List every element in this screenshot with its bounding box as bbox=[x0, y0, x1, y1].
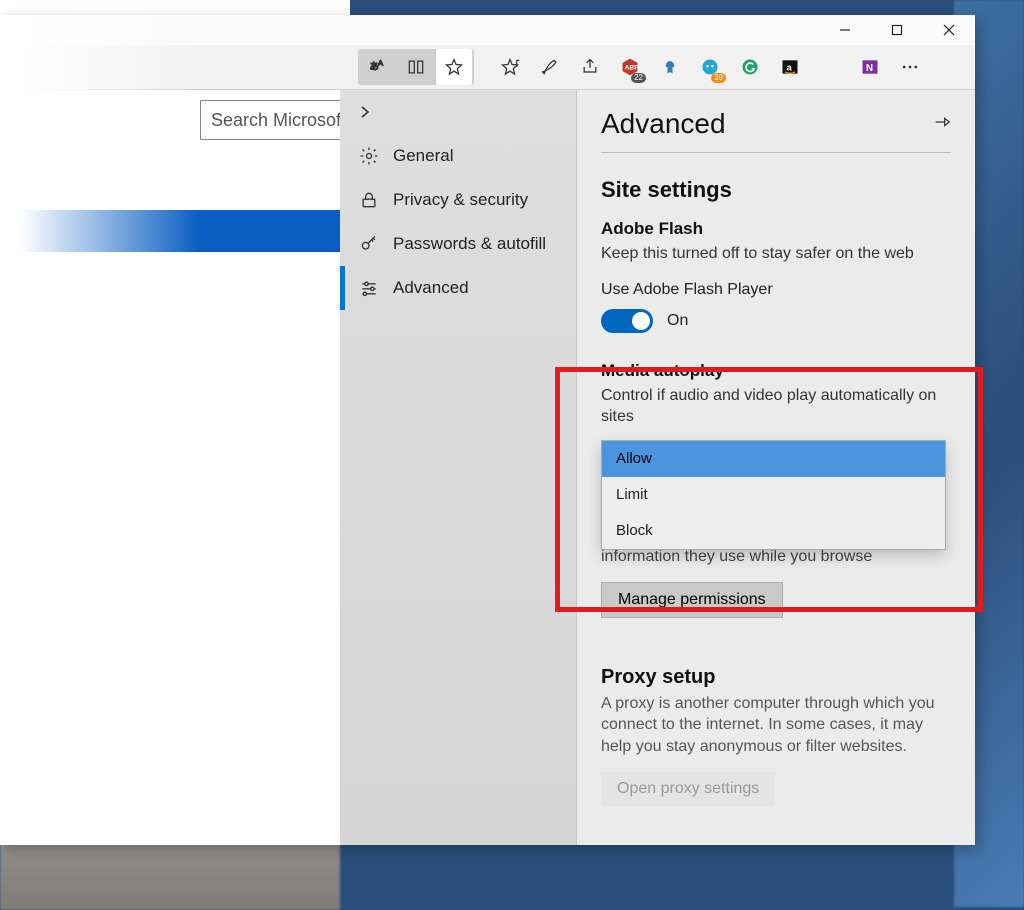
dropdown-option-block[interactable]: Block bbox=[602, 513, 945, 549]
search-placeholder: Search Microsoft bbox=[211, 110, 345, 131]
open-proxy-settings-button[interactable]: Open proxy settings bbox=[601, 772, 775, 806]
partial-line: information they use while you browse bbox=[601, 548, 951, 566]
gear-icon bbox=[359, 146, 379, 166]
ext-grammarly-icon[interactable] bbox=[732, 49, 768, 85]
favorites-list-icon[interactable] bbox=[492, 49, 528, 85]
search-input[interactable]: Search Microsoft bbox=[200, 100, 345, 140]
reading-view-icon[interactable] bbox=[398, 49, 434, 85]
ext-amazon-icon[interactable]: a bbox=[772, 49, 808, 85]
nav-item-general[interactable]: General bbox=[340, 134, 576, 178]
proxy-desc: A proxy is another computer through whic… bbox=[601, 693, 951, 758]
back-button[interactable] bbox=[340, 90, 576, 134]
sliders-icon bbox=[359, 278, 379, 298]
dropdown-option-allow[interactable]: Allow bbox=[602, 441, 945, 477]
ext-rewards-icon[interactable] bbox=[652, 49, 688, 85]
key-icon bbox=[359, 234, 379, 254]
minimize-button[interactable] bbox=[819, 15, 871, 45]
nav-item-label: Passwords & autofill bbox=[393, 234, 546, 254]
maximize-button[interactable] bbox=[871, 15, 923, 45]
svg-text:N: N bbox=[866, 63, 873, 74]
nav-item-privacy[interactable]: Privacy & security bbox=[340, 178, 576, 222]
lock-icon bbox=[359, 190, 379, 210]
manage-permissions-button[interactable]: Manage permissions bbox=[601, 582, 783, 618]
flash-desc: Keep this turned off to stay safer on th… bbox=[601, 243, 951, 265]
nav-item-passwords[interactable]: Passwords & autofill bbox=[340, 222, 576, 266]
pin-icon[interactable] bbox=[933, 113, 951, 136]
nav-item-label: Advanced bbox=[393, 278, 469, 298]
dropdown-options: Allow Limit Block bbox=[601, 440, 946, 550]
settings-detail-panel: Advanced Site settings Adobe Flash Keep … bbox=[577, 90, 975, 845]
adblock-icon[interactable]: ABP 22 bbox=[612, 49, 648, 85]
share-icon[interactable] bbox=[572, 49, 608, 85]
flash-toggle[interactable]: On bbox=[601, 309, 951, 333]
svg-text:A: A bbox=[378, 58, 383, 67]
dropdown-option-limit[interactable]: Limit bbox=[602, 477, 945, 513]
more-icon[interactable] bbox=[892, 49, 928, 85]
ext-crescent-icon[interactable] bbox=[812, 49, 848, 85]
toggle-track bbox=[601, 309, 653, 333]
close-button[interactable] bbox=[923, 15, 975, 45]
favorite-star-icon[interactable] bbox=[436, 49, 472, 85]
window-titlebar bbox=[0, 15, 975, 45]
translate-icon[interactable]: あA bbox=[360, 49, 396, 85]
adblock-badge: 22 bbox=[631, 73, 646, 83]
proxy-title: Proxy setup bbox=[601, 666, 951, 689]
site-settings-heading: Site settings bbox=[601, 177, 951, 203]
nav-item-label: Privacy & security bbox=[393, 190, 528, 210]
page-banner bbox=[0, 210, 340, 252]
svg-text:a: a bbox=[787, 62, 793, 72]
browser-window: あA ABP 22 39 a N Search Micr bbox=[0, 15, 975, 845]
ext-ghost-icon[interactable]: 39 bbox=[692, 49, 728, 85]
toolbar-right-cluster: ABP 22 39 a N bbox=[492, 49, 928, 85]
ext-onenote-icon[interactable]: N bbox=[852, 49, 888, 85]
autoplay-title: Media autoplay bbox=[601, 361, 951, 381]
browser-toolbar: あA ABP 22 39 a N bbox=[0, 45, 975, 90]
autoplay-desc: Control if audio and video play automati… bbox=[601, 385, 951, 428]
toolbar-left-cluster: あA bbox=[358, 49, 474, 85]
nav-item-label: General bbox=[393, 146, 453, 166]
detail-title: Advanced bbox=[601, 108, 726, 140]
flash-toggle-label: Use Adobe Flash Player bbox=[601, 281, 951, 299]
flash-title: Adobe Flash bbox=[601, 219, 951, 239]
nav-item-advanced[interactable]: Advanced bbox=[340, 266, 576, 310]
settings-nav-panel: General Privacy & security Passwords & a… bbox=[340, 90, 577, 845]
notes-icon[interactable] bbox=[532, 49, 568, 85]
toggle-state: On bbox=[667, 312, 688, 330]
ghost-badge: 39 bbox=[711, 73, 726, 83]
svg-text:ABP: ABP bbox=[625, 65, 640, 72]
